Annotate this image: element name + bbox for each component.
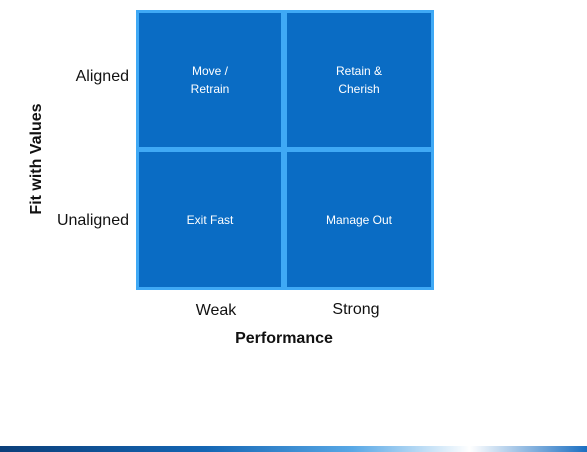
quadrant-move-retrain: Move / Retrain bbox=[139, 13, 281, 147]
column-label-weak: Weak bbox=[195, 302, 237, 319]
column-label-strong: Strong bbox=[332, 301, 380, 318]
quadrant-label: Retain & Cherish bbox=[335, 64, 383, 96]
quadrant-exit-fast: Exit Fast bbox=[139, 152, 281, 287]
bottom-decorative-bar bbox=[0, 446, 587, 452]
row-label-aligned: Aligned bbox=[75, 68, 129, 85]
quadrant-label: Exit Fast bbox=[186, 212, 234, 227]
quadrant-retain-cherish: Retain & Cherish bbox=[287, 13, 431, 147]
quadrant-label: Move / Retrain bbox=[190, 64, 230, 96]
x-axis-title: Performance bbox=[235, 330, 333, 347]
quadrant-label: Manage Out bbox=[325, 212, 393, 227]
row-label-unaligned: Unaligned bbox=[56, 212, 129, 229]
quadrant-matrix: Move / Retrain Retain & Cherish Exit Fas… bbox=[136, 10, 434, 290]
quadrant-manage-out: Manage Out bbox=[287, 152, 431, 287]
